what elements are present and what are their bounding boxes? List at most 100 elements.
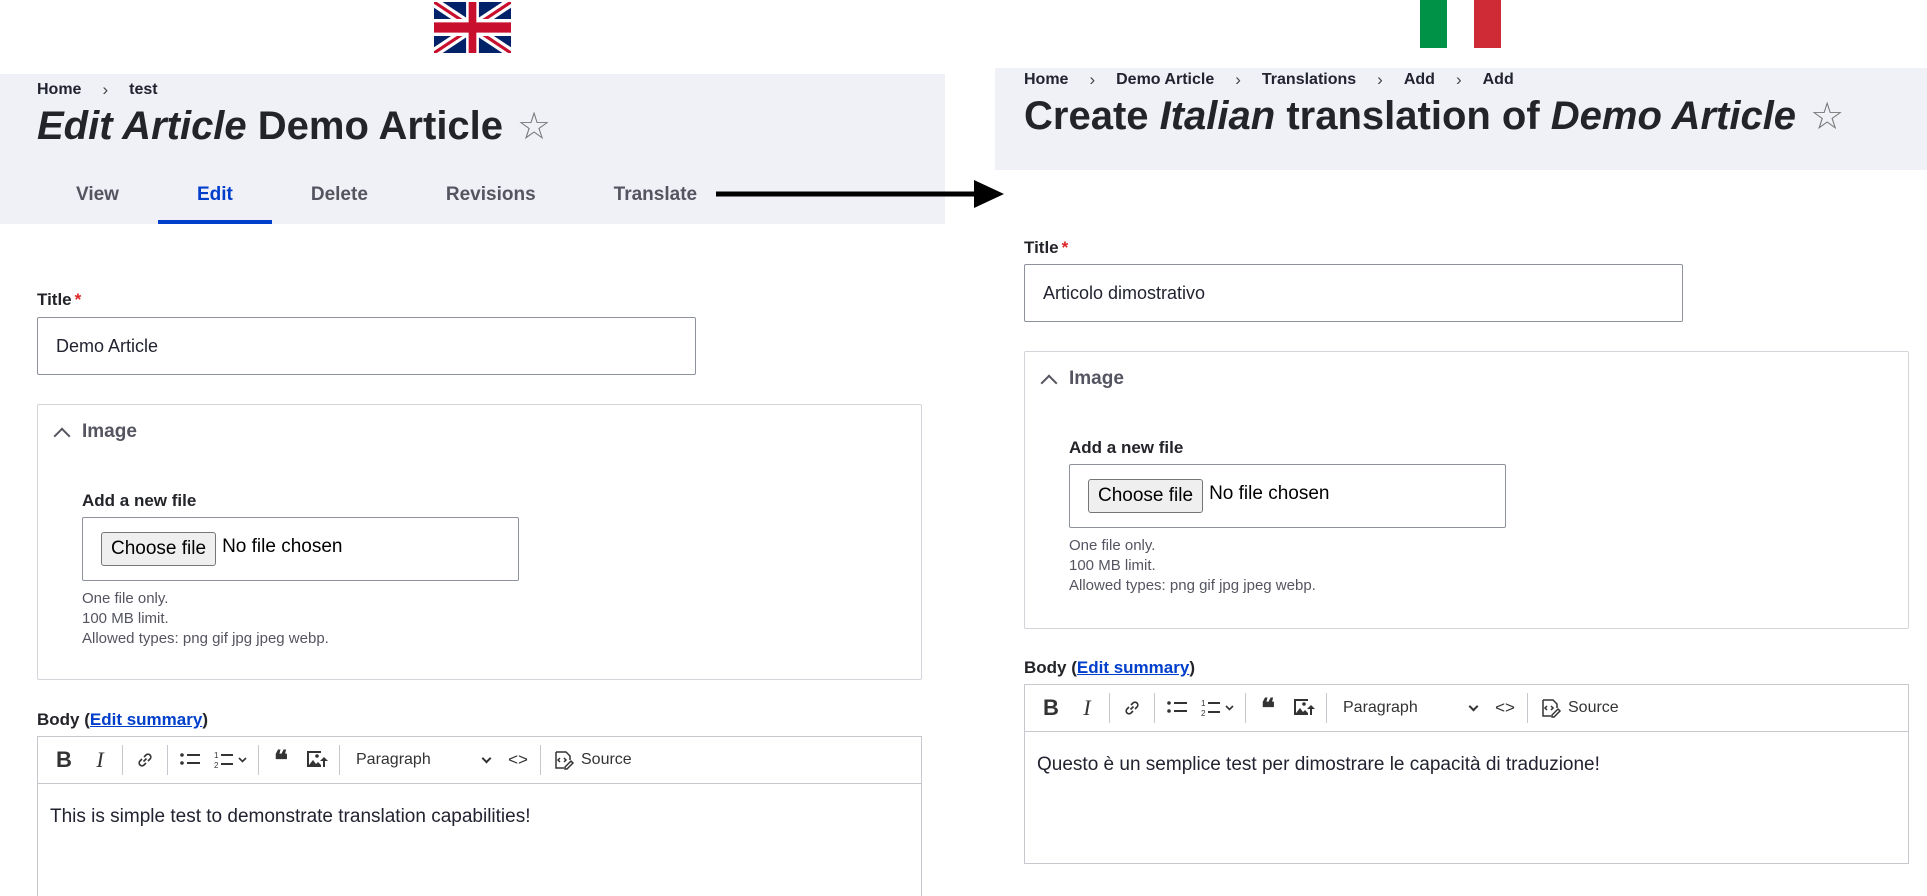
source-label: Source <box>1568 699 1619 716</box>
heading-dropdown-value: Paragraph <box>356 751 431 768</box>
toolbar-divider <box>1527 693 1528 723</box>
breadcrumb-add-current[interactable]: Add <box>1483 71 1514 89</box>
editor-toolbar: B I 12 ❝ Paragraph <> Source <box>1025 685 1908 732</box>
code-icon[interactable]: <> <box>500 742 536 778</box>
page-title-action: Edit Article <box>37 104 247 148</box>
body-content[interactable]: Questo è un semplice test per dimostrare… <box>1025 732 1908 798</box>
body-label: Body (Edit summary) <box>37 710 208 729</box>
breadcrumb-home[interactable]: Home <box>1024 71 1068 89</box>
svg-text:2: 2 <box>1201 709 1206 718</box>
image-summary-toggle[interactable]: Image <box>1039 368 1124 392</box>
source-icon <box>1542 699 1562 718</box>
code-icon[interactable]: <> <box>1487 690 1523 726</box>
toolbar-divider <box>540 745 541 775</box>
heading-dropdown[interactable]: Paragraph <box>1331 699 1487 717</box>
title-label: Title * <box>37 290 82 309</box>
breadcrumb-home[interactable]: Home <box>37 81 81 99</box>
add-file-label: Add a new file <box>82 491 197 510</box>
italic-icon[interactable]: I <box>82 742 118 778</box>
bold-icon[interactable]: B <box>1033 690 1069 726</box>
image-summary-label: Image <box>1069 368 1124 389</box>
title-input[interactable] <box>1024 264 1683 322</box>
star-icon[interactable]: ☆ <box>517 104 551 149</box>
image-details: Image Add a new file Choose file No file… <box>1024 351 1909 629</box>
link-icon[interactable] <box>1114 690 1150 726</box>
blockquote-icon[interactable]: ❝ <box>1250 690 1286 726</box>
tab-translate[interactable]: Translate <box>575 176 736 224</box>
breadcrumb-separator: › <box>102 80 109 99</box>
star-icon[interactable]: ☆ <box>1810 94 1844 139</box>
link-icon[interactable] <box>127 742 163 778</box>
choose-file-button[interactable]: Choose file <box>1088 479 1204 513</box>
image-details: Image Add a new file Choose file No file… <box>37 404 922 680</box>
edit-summary-link[interactable]: Edit summary <box>90 710 202 729</box>
chevron-down-icon <box>481 753 492 763</box>
svg-text:2: 2 <box>214 761 219 770</box>
tab-revisions[interactable]: Revisions <box>407 176 575 224</box>
translation-panel: Home › Demo Article › Translations › Add… <box>995 0 1927 896</box>
heading-dropdown[interactable]: Paragraph <box>344 751 500 769</box>
source-button[interactable]: Source <box>1532 697 1627 719</box>
toolbar-divider <box>1245 693 1246 723</box>
body-label: Body (Edit summary) <box>1024 658 1195 677</box>
breadcrumb: Home › Demo Article › Translations › Add… <box>1024 70 1514 90</box>
body-editor: B I 12 ❝ Paragraph <> <box>1024 684 1909 864</box>
edit-article-panel: Home › test Edit Article Demo Article ☆ … <box>0 0 945 896</box>
edit-summary-link[interactable]: Edit summary <box>1077 658 1189 677</box>
svg-text:1: 1 <box>214 751 219 760</box>
title-label: Title * <box>1024 238 1069 257</box>
numbered-list-icon[interactable]: 12 <box>208 742 254 778</box>
breadcrumb-separator: › <box>1235 70 1241 89</box>
title-input[interactable] <box>37 317 696 375</box>
required-marker: * <box>1061 238 1069 257</box>
heading-dropdown-value: Paragraph <box>1343 699 1418 716</box>
toolbar-divider <box>339 745 340 775</box>
page-title: Create Italian translation of Demo Artic… <box>1024 94 1845 139</box>
image-upload-icon[interactable] <box>299 742 335 778</box>
breadcrumb-demo-article[interactable]: Demo Article <box>1116 71 1214 89</box>
toolbar-divider <box>1326 693 1327 723</box>
no-file-text: No file chosen <box>222 536 343 557</box>
image-summary-label: Image <box>82 421 137 442</box>
local-tasks-tabs: View Edit Delete Revisions Translate <box>37 176 736 224</box>
tab-delete[interactable]: Delete <box>272 176 407 224</box>
bulleted-list-icon[interactable] <box>172 742 208 778</box>
source-icon <box>555 751 575 770</box>
tab-view[interactable]: View <box>37 176 158 224</box>
add-file-label: Add a new file <box>1069 438 1184 457</box>
blockquote-icon[interactable]: ❝ <box>263 742 299 778</box>
breadcrumb-test[interactable]: test <box>129 81 157 99</box>
bulleted-list-icon[interactable] <box>1159 690 1195 726</box>
page-title-language: Italian <box>1159 94 1276 138</box>
chevron-down-icon <box>1468 701 1479 711</box>
breadcrumb-separator: › <box>1377 70 1383 89</box>
numbered-list-icon[interactable]: 12 <box>1195 690 1241 726</box>
file-input: Choose file No file chosen <box>1069 464 1506 528</box>
toolbar-divider <box>167 745 168 775</box>
tab-edit[interactable]: Edit <box>157 176 272 224</box>
toolbar-divider <box>258 745 259 775</box>
file-help-text: One file only. 100 MB limit. Allowed typ… <box>82 590 329 647</box>
breadcrumb-translations[interactable]: Translations <box>1262 71 1356 89</box>
source-label: Source <box>581 751 632 768</box>
image-summary-toggle[interactable]: Image <box>52 421 137 445</box>
toolbar-divider <box>122 745 123 775</box>
italic-icon[interactable]: I <box>1069 690 1105 726</box>
bold-icon[interactable]: B <box>46 742 82 778</box>
file-help-text: One file only. 100 MB limit. Allowed typ… <box>1069 537 1316 594</box>
arrow-right-icon <box>716 180 1004 208</box>
no-file-text: No file chosen <box>1209 483 1330 504</box>
breadcrumb-separator: › <box>1089 70 1096 89</box>
body-content[interactable]: This is simple test to demonstrate trans… <box>38 784 921 850</box>
breadcrumb-separator: › <box>1455 70 1462 89</box>
chevron-up-icon <box>1040 374 1058 392</box>
chevron-up-icon <box>53 427 71 445</box>
image-upload-icon[interactable] <box>1286 690 1322 726</box>
required-marker: * <box>74 290 82 309</box>
source-button[interactable]: Source <box>545 749 640 771</box>
breadcrumb-add[interactable]: Add <box>1404 71 1435 89</box>
toolbar-divider <box>1109 693 1110 723</box>
body-editor: B I 12 ❝ Paragraph <> <box>37 736 922 896</box>
choose-file-button[interactable]: Choose file <box>101 532 217 566</box>
page-title-article: Demo Article <box>246 104 504 148</box>
